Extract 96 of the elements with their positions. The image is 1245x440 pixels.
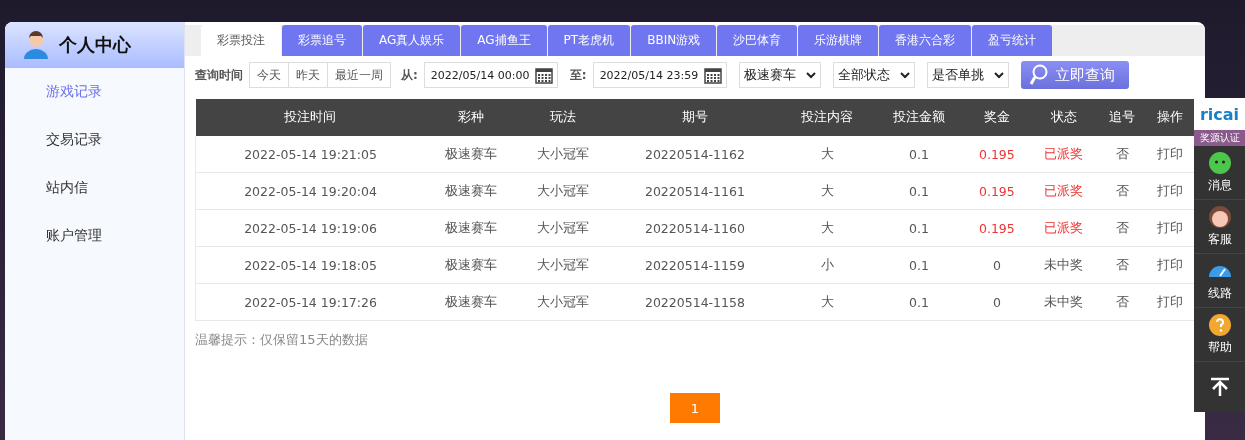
table-cell: 2022-05-14 19:17:26: [195, 283, 426, 321]
table-cell: 20220514-1161: [608, 172, 782, 210]
table-cell: 0.195: [964, 172, 1029, 210]
sidebar-item[interactable]: 交易记录: [5, 116, 184, 164]
sidebar-title: 个人中心: [59, 33, 131, 57]
table-cell: 0: [964, 283, 1029, 321]
table-cell: 极速赛车: [425, 209, 517, 247]
tab[interactable]: 彩票投注: [201, 25, 281, 56]
table-cell: 0.195: [964, 209, 1029, 247]
table-cell: 0.1: [873, 283, 965, 321]
table-cell: 大小冠军: [516, 172, 609, 210]
table-cell: 大小冠军: [516, 283, 609, 321]
table-cell: 0.1: [873, 172, 965, 210]
certification-badge: 奖源认证: [1194, 130, 1245, 146]
table-cell: 未中奖: [1028, 283, 1099, 321]
column-header: 追号: [1098, 99, 1147, 136]
table-cell: 极速赛车: [425, 172, 517, 210]
calendar-icon[interactable]: [703, 66, 722, 84]
table-cell: 大小冠军: [516, 209, 609, 247]
table-cell: 大小冠军: [516, 136, 609, 173]
from-label: 从:: [401, 66, 418, 84]
column-header: 状态: [1028, 99, 1099, 136]
tab[interactable]: PT老虎机: [547, 25, 631, 56]
tab[interactable]: 盈亏统计: [972, 25, 1053, 56]
start-date-field[interactable]: 2022/05/14 00:00: [423, 62, 558, 88]
column-header: 投注金额: [873, 99, 965, 136]
table-cell: 已派奖: [1028, 136, 1099, 173]
query-time-label: 查询时间: [195, 66, 243, 84]
table-cell: 极速赛车: [425, 246, 517, 284]
chevron-down-icon: [805, 71, 816, 79]
dock-item[interactable]: 线路: [1194, 254, 1245, 308]
table-cell: 0.1: [873, 246, 965, 284]
sidebar-item[interactable]: 账户管理: [5, 212, 184, 260]
chevron-down-icon: [899, 71, 910, 79]
calendar-icon[interactable]: [534, 66, 553, 84]
table-cell: 小: [781, 246, 874, 284]
sidebar-item[interactable]: 站内信: [5, 164, 184, 212]
filter-select[interactable]: 全部状态: [832, 62, 915, 88]
end-date-field[interactable]: 2022/05/14 23:59: [592, 62, 727, 88]
table-cell: 大: [781, 136, 874, 173]
table-cell: 大小冠军: [516, 246, 609, 284]
table-cell: 大: [781, 283, 874, 321]
tab[interactable]: BBIN游戏: [631, 25, 717, 56]
chevron-down-icon: [993, 71, 1004, 79]
filter-select[interactable]: 是否单挑: [926, 62, 1009, 88]
column-header: 投注内容: [781, 99, 874, 136]
table-cell: 已派奖: [1028, 172, 1099, 210]
arrow-up-icon: [1209, 377, 1230, 397]
avatar-icon: [1207, 205, 1232, 229]
column-header: 投注时间: [195, 99, 426, 136]
table-cell: 2022-05-14 19:18:05: [195, 246, 426, 284]
filter-select[interactable]: 极速赛车: [738, 62, 821, 88]
search-icon: [1028, 64, 1049, 86]
table-cell: 大: [781, 209, 874, 247]
table-cell: 0: [964, 246, 1029, 284]
to-label: 至:: [569, 66, 587, 84]
tab[interactable]: AG真人娱乐: [363, 25, 461, 56]
sidebar-item[interactable]: 游戏记录: [5, 68, 184, 116]
tab[interactable]: AG捕鱼王: [461, 25, 547, 56]
table-cell: 大: [781, 172, 874, 210]
table-cell: 0.1: [873, 136, 965, 173]
logo[interactable]: ricai: [1194, 98, 1245, 130]
chat-icon: [1207, 151, 1232, 175]
table-cell: 否: [1098, 246, 1147, 284]
table-cell: 极速赛车: [425, 136, 517, 173]
dock-item[interactable]: 消息: [1194, 146, 1245, 200]
column-header: 操作: [1146, 99, 1195, 136]
table-cell: 已派奖: [1028, 209, 1099, 247]
tab[interactable]: 彩票追号: [282, 25, 362, 56]
table-cell: 2022-05-14 19:21:05: [195, 136, 426, 173]
table-cell: 否: [1098, 209, 1147, 247]
table-cell: 极速赛车: [425, 283, 517, 321]
table-cell: 否: [1098, 136, 1147, 173]
tab[interactable]: 乐游棋牌: [798, 25, 879, 56]
tab[interactable]: 沙巴体育: [717, 25, 798, 56]
table-cell: 20220514-1158: [608, 283, 782, 321]
table-cell: 否: [1098, 172, 1147, 210]
table-cell: 20220514-1159: [608, 246, 782, 284]
column-header: 期号: [608, 99, 782, 136]
column-header: 彩种: [425, 99, 517, 136]
dock-item[interactable]: 客服: [1194, 200, 1245, 254]
table-cell: 否: [1098, 283, 1147, 321]
column-header: 奖金: [964, 99, 1029, 136]
table-cell: 0.195: [964, 136, 1029, 173]
column-header: 玩法: [516, 99, 609, 136]
table-cell: 20220514-1162: [608, 136, 782, 173]
table-cell: 20220514-1160: [608, 209, 782, 247]
hint-text: 温馨提示：仅保留15天的数据: [195, 331, 369, 349]
table-cell: 0.1: [873, 209, 965, 247]
user-icon: [23, 31, 49, 59]
tab[interactable]: 香港六合彩: [879, 25, 972, 56]
help-icon: [1207, 313, 1232, 337]
table-cell: 2022-05-14 19:19:06: [195, 209, 426, 247]
table-cell: 2022-05-14 19:20:04: [195, 172, 426, 210]
back-to-top-button[interactable]: [1194, 362, 1245, 412]
table-cell: 未中奖: [1028, 246, 1099, 284]
